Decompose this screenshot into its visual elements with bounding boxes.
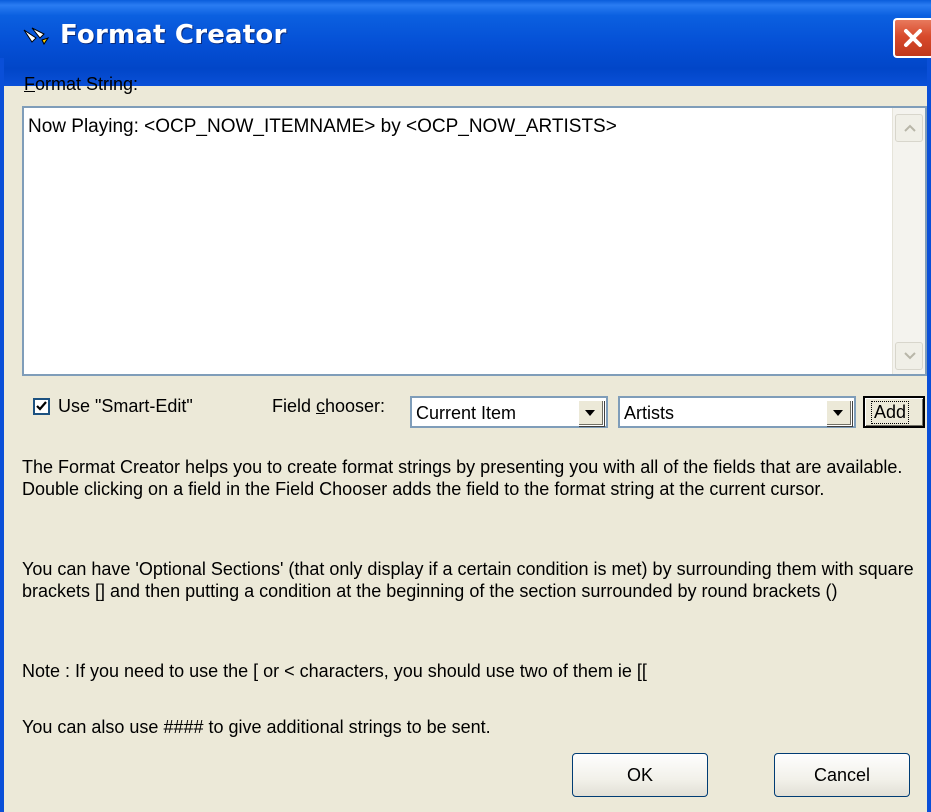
window-title: Format Creator [60,20,287,50]
close-icon [904,29,922,47]
ok-button[interactable]: OK [572,753,708,797]
format-string-textarea[interactable]: Now Playing: <OCP_NOW_ITEMNAME> by <OCP_… [22,106,927,376]
window-frame-right [927,58,931,812]
chevron-down-icon [833,410,843,416]
field-chooser-label-pre: Field [272,396,317,416]
format-string-label-hotkey: F [24,74,35,94]
format-string-label: Format String: [24,74,138,95]
chevron-up-icon [904,124,916,132]
vertical-scrollbar[interactable] [892,108,925,374]
help-text-escape-note: Note : If you need to use the [ or < cha… [22,661,647,681]
field-chooser-label-hotkey: c [316,396,326,416]
checkmark-icon [36,401,47,411]
format-string-value[interactable]: Now Playing: <OCP_NOW_ITEMNAME> by <OCP_… [28,116,617,138]
field-category-value: Current Item [416,403,517,423]
smart-edit-label[interactable]: Use "Smart-Edit" [58,396,193,417]
field-category-dropdown-button[interactable] [578,400,604,426]
chevron-down-icon [904,352,916,360]
scroll-up-button[interactable] [895,114,923,142]
smart-edit-checkbox[interactable] [33,398,50,415]
field-category-select[interactable]: Current Item [410,396,608,428]
help-text-fields: The Format Creator helps you to create f… [22,457,903,499]
help-text-additional-strings: You can also use #### to give additional… [22,717,491,737]
add-field-button[interactable]: Add [863,396,925,428]
close-button[interactable] [893,18,931,58]
window-frame-left [0,58,4,812]
field-chooser-label: Field chooser: [272,396,385,417]
add-field-button-label: Add [870,401,910,424]
field-chooser-label-post: hooser: [325,396,386,416]
cancel-button[interactable]: Cancel [774,753,910,797]
field-name-value: Artists [624,403,675,423]
chevron-down-icon [585,410,595,416]
field-name-select[interactable]: Artists [618,396,856,428]
help-text-optional-sections: You can have 'Optional Sections' (that o… [22,559,914,601]
field-name-dropdown-button[interactable] [826,400,852,426]
wand-icon [22,24,50,48]
scroll-down-button[interactable] [895,342,923,370]
format-string-label-text: ormat String: [35,74,139,94]
title-bar[interactable]: Format Creator [0,0,931,86]
